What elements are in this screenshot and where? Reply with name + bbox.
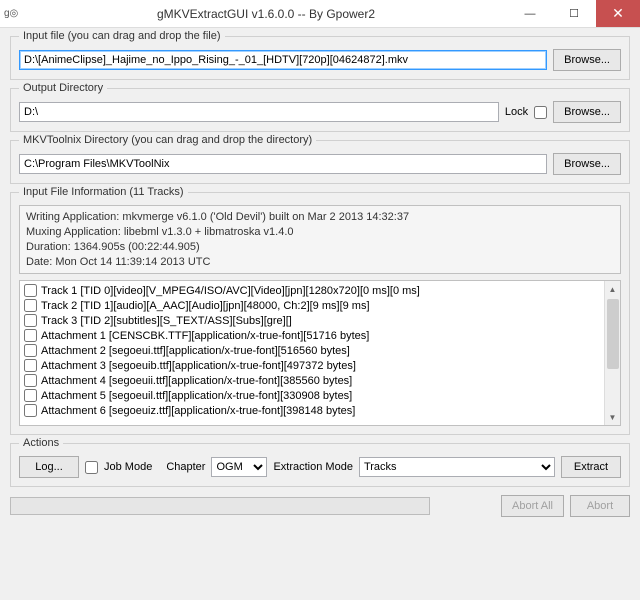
lock-label: Lock: [505, 106, 528, 118]
track-checkbox[interactable]: [24, 344, 37, 357]
progress-bar: [10, 497, 430, 515]
close-button[interactable]: ✕: [596, 0, 640, 27]
actions-group: Actions Log... Job Mode Chapter OGM Extr…: [10, 443, 630, 487]
actions-label: Actions: [19, 437, 63, 449]
track-checkbox[interactable]: [24, 329, 37, 342]
app-icon: g◎: [4, 8, 24, 19]
input-file-field[interactable]: [19, 50, 547, 70]
track-row[interactable]: Attachment 1 [CENSCBK.TTF][application/x…: [20, 328, 604, 343]
input-browse-button[interactable]: Browse...: [553, 49, 621, 71]
mkvtoolnix-group: MKVToolnix Directory (you can drag and d…: [10, 140, 630, 184]
chapter-select[interactable]: OGM: [211, 457, 267, 477]
info-line: Muxing Application: libebml v1.3.0 + lib…: [26, 225, 614, 240]
abort-all-button[interactable]: Abort All: [501, 495, 564, 517]
track-checkbox[interactable]: [24, 299, 37, 312]
mkvtoolnix-label: MKVToolnix Directory (you can drag and d…: [19, 134, 316, 146]
track-checkbox[interactable]: [24, 314, 37, 327]
job-mode-checkbox[interactable]: [85, 461, 98, 474]
maximize-button[interactable]: ☐: [552, 0, 596, 27]
track-checkbox[interactable]: [24, 284, 37, 297]
info-group: Input File Information (11 Tracks) Writi…: [10, 192, 630, 435]
mkvtoolnix-field[interactable]: [19, 154, 547, 174]
track-checkbox[interactable]: [24, 389, 37, 402]
track-row[interactable]: Track 2 [TID 1][audio][A_AAC][Audio][jpn…: [20, 298, 604, 313]
input-file-label: Input file (you can drag and drop the fi…: [19, 30, 225, 42]
mkvtoolnix-browse-button[interactable]: Browse...: [553, 153, 621, 175]
info-line: Writing Application: mkvmerge v6.1.0 ('O…: [26, 210, 614, 225]
info-line: Date: Mon Oct 14 11:39:14 2013 UTC: [26, 255, 614, 270]
info-line: Duration: 1364.905s (00:22:44.905): [26, 240, 614, 255]
track-checkbox[interactable]: [24, 359, 37, 372]
chapter-label: Chapter: [166, 461, 205, 473]
titlebar: g◎ gMKVExtractGUI v1.6.0.0 -- By Gpower2…: [0, 0, 640, 28]
info-box: Writing Application: mkvmerge v6.1.0 ('O…: [19, 205, 621, 274]
scroll-thumb[interactable]: [607, 299, 619, 369]
track-row[interactable]: Attachment 6 [segoeuiz.ttf][application/…: [20, 403, 604, 418]
track-checkbox[interactable]: [24, 404, 37, 417]
extraction-mode-select[interactable]: Tracks: [359, 457, 555, 477]
abort-button[interactable]: Abort: [570, 495, 630, 517]
info-label: Input File Information (11 Tracks): [19, 186, 188, 198]
input-file-group: Input file (you can drag and drop the fi…: [10, 36, 630, 80]
output-dir-field[interactable]: [19, 102, 499, 122]
track-list[interactable]: Track 1 [TID 0][video][V_MPEG4/ISO/AVC][…: [20, 281, 604, 425]
track-row[interactable]: Attachment 5 [segoeuil.ttf][application/…: [20, 388, 604, 403]
scroll-down-icon[interactable]: ▼: [605, 409, 620, 425]
track-checkbox[interactable]: [24, 374, 37, 387]
track-row[interactable]: Track 3 [TID 2][subtitles][S_TEXT/ASS][S…: [20, 313, 604, 328]
window-title: gMKVExtractGUI v1.6.0.0 -- By Gpower2: [24, 7, 508, 21]
output-dir-group: Output Directory Lock Browse...: [10, 88, 630, 132]
extraction-mode-label: Extraction Mode: [273, 461, 352, 473]
lock-checkbox[interactable]: [534, 106, 547, 119]
minimize-button[interactable]: —: [508, 0, 552, 27]
scrollbar[interactable]: ▲ ▼: [604, 281, 620, 425]
track-row[interactable]: Attachment 4 [segoeuii.ttf][application/…: [20, 373, 604, 388]
output-dir-label: Output Directory: [19, 82, 107, 94]
extract-button[interactable]: Extract: [561, 456, 621, 478]
track-row[interactable]: Attachment 3 [segoeuib.ttf][application/…: [20, 358, 604, 373]
scroll-up-icon[interactable]: ▲: [605, 281, 620, 297]
track-row[interactable]: Track 1 [TID 0][video][V_MPEG4/ISO/AVC][…: [20, 283, 604, 298]
output-browse-button[interactable]: Browse...: [553, 101, 621, 123]
track-row[interactable]: Attachment 2 [segoeui.ttf][application/x…: [20, 343, 604, 358]
log-button[interactable]: Log...: [19, 456, 79, 478]
job-mode-label: Job Mode: [104, 461, 152, 473]
